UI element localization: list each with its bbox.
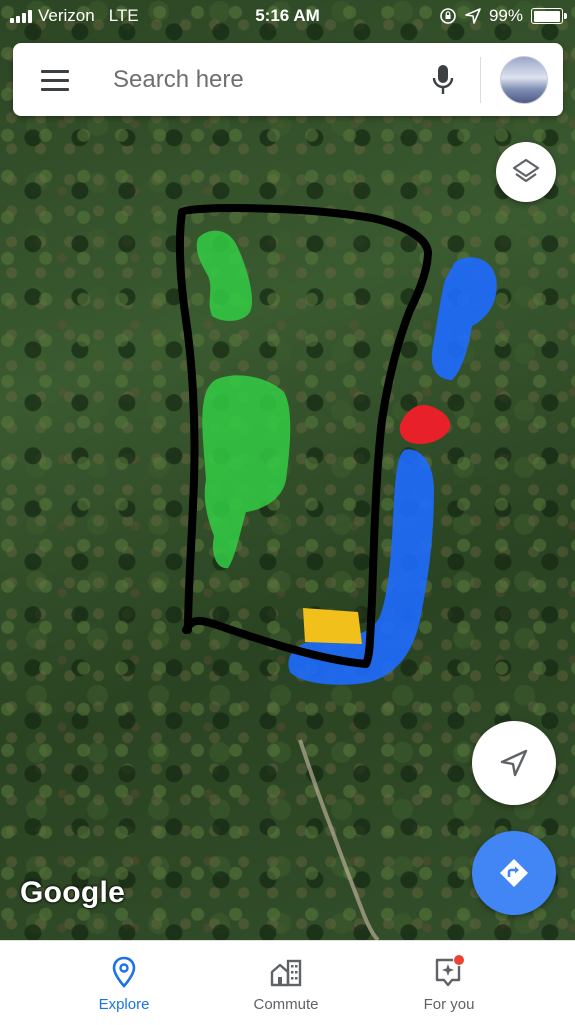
nav-label-commute: Commute — [253, 996, 319, 1013]
for-you-sparkle-icon — [435, 955, 465, 987]
search-input[interactable] — [111, 59, 415, 101]
navigate-arrow-icon — [500, 749, 528, 777]
battery-icon — [531, 8, 567, 24]
nav-item-explore[interactable]: Explore — [54, 941, 194, 1025]
search-bar[interactable] — [13, 43, 563, 116]
blue-path — [288, 449, 434, 685]
yellow-marker — [303, 608, 362, 644]
orientation-lock-icon — [440, 8, 456, 24]
directions-icon — [500, 859, 528, 887]
battery-percent: 99% — [488, 6, 523, 25]
avatar[interactable] — [500, 56, 548, 104]
green-area-bottom — [202, 375, 291, 569]
location-arrow-icon — [465, 8, 481, 24]
directions-button[interactable] — [472, 831, 556, 915]
notification-badge — [453, 955, 465, 966]
bottom-navigation: Explore Commute For you — [0, 940, 575, 1025]
commute-buildings-icon — [270, 959, 302, 987]
nav-label-explore: Explore — [98, 996, 150, 1013]
nav-label-for-you: For you — [423, 996, 475, 1013]
map-drawing-overlay — [175, 204, 497, 940]
battery-fill — [533, 10, 561, 22]
blue-marker-top — [431, 257, 497, 380]
layers-button[interactable] — [496, 142, 556, 202]
green-area-top — [196, 230, 253, 321]
mic-icon[interactable] — [429, 63, 457, 97]
search-divider — [480, 57, 481, 103]
nav-item-commute[interactable]: Commute — [216, 941, 356, 1025]
google-attribution-logo: Google — [20, 876, 126, 909]
dirt-road — [298, 739, 380, 940]
red-marker — [399, 404, 451, 444]
navigate-button[interactable] — [472, 721, 556, 805]
status-bar: Verizon LTE 5:16 AM 99% — [0, 0, 575, 34]
menu-icon[interactable] — [41, 70, 69, 91]
nav-item-for-you[interactable]: For you — [379, 941, 519, 1025]
location-pin-icon — [112, 956, 136, 988]
layers-icon — [512, 158, 540, 183]
